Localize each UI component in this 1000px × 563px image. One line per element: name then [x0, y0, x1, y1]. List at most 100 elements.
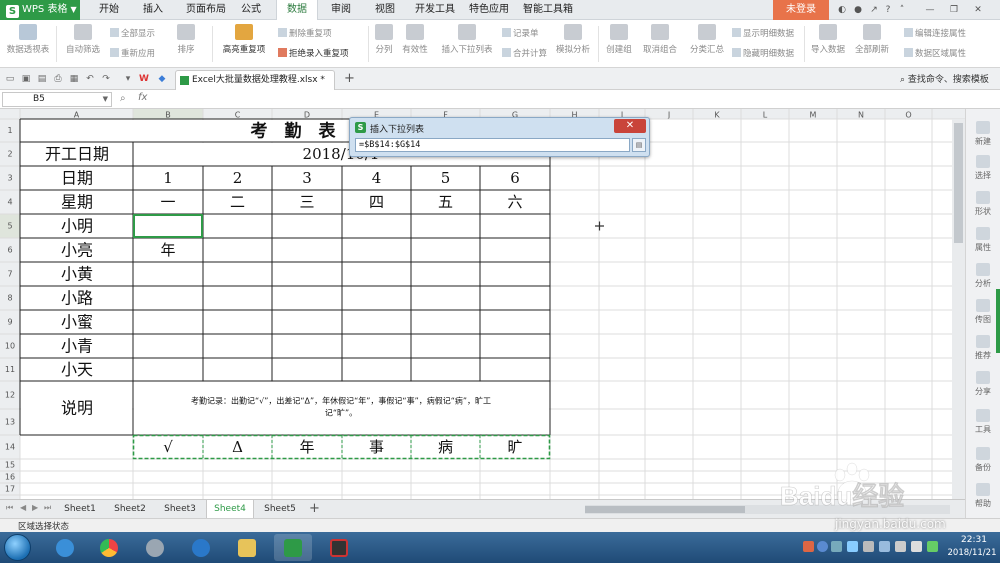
- tray-volume-icon[interactable]: [911, 541, 922, 552]
- consolidate-button[interactable]: 合并计算: [502, 48, 547, 60]
- column-header-a[interactable]: A: [74, 111, 80, 120]
- share-icon[interactable]: ↗: [868, 4, 880, 16]
- pane-tools[interactable]: 工具: [966, 409, 1000, 435]
- row-header-10[interactable]: 10: [5, 342, 15, 351]
- pane-analysis[interactable]: 分析: [966, 263, 1000, 289]
- fx-icon[interactable]: fx: [138, 92, 147, 103]
- taskbar-recorder[interactable]: [320, 534, 358, 561]
- sheet-tab-sheet4[interactable]: Sheet4: [206, 500, 254, 518]
- column-header-n[interactable]: N: [858, 111, 864, 120]
- sheet-tab-sheet3[interactable]: Sheet3: [158, 500, 202, 518]
- pane-help[interactable]: 帮助: [966, 483, 1000, 509]
- close-icon[interactable]: ✕: [972, 4, 984, 16]
- tab-home[interactable]: 开始: [92, 0, 126, 20]
- open-icon[interactable]: ▭: [4, 73, 16, 85]
- tab-formula[interactable]: 公式: [236, 0, 266, 20]
- pane-select[interactable]: 选择: [966, 155, 1000, 181]
- formula-input[interactable]: [160, 92, 960, 107]
- name-box[interactable]: B5 ▼: [2, 92, 112, 107]
- chevron-down-icon[interactable]: ▼: [103, 93, 108, 106]
- collapse-ribbon-icon[interactable]: ˄: [896, 4, 908, 16]
- reapply-button[interactable]: 重新应用: [110, 48, 155, 60]
- import-data-button[interactable]: 导入数据: [808, 24, 848, 64]
- tray-network-icon[interactable]: [847, 541, 858, 552]
- row-header-9[interactable]: 9: [7, 318, 12, 327]
- pane-shape[interactable]: 形状: [966, 191, 1000, 217]
- what-if-button[interactable]: 模拟分析: [552, 24, 594, 64]
- pane-recommend[interactable]: 推荐: [966, 335, 1000, 361]
- pane-upload-image[interactable]: 传图: [966, 299, 1000, 325]
- row-header-7[interactable]: 7: [7, 270, 12, 279]
- taskbar-app[interactable]: [136, 534, 174, 561]
- undo-icon[interactable]: ↶: [84, 73, 96, 85]
- column-header-j[interactable]: J: [667, 111, 670, 120]
- minimize-icon[interactable]: —: [924, 4, 936, 16]
- preview-icon[interactable]: ▦: [68, 73, 80, 85]
- wps-home-icon[interactable]: W: [138, 73, 150, 85]
- vertical-scrollbar-thumb[interactable]: [954, 123, 963, 243]
- sheet-tab-sheet2[interactable]: Sheet2: [108, 500, 152, 518]
- skin-icon[interactable]: ◐: [836, 4, 848, 16]
- row-header-15[interactable]: 15: [5, 461, 15, 470]
- row-header-3[interactable]: 3: [7, 174, 12, 183]
- tray-signal-icon[interactable]: [895, 541, 906, 552]
- print-icon[interactable]: ⎙: [52, 73, 64, 85]
- column-header-l[interactable]: L: [763, 111, 768, 120]
- grid-canvas[interactable]: A B C D E F G H I J K L M N O1234567891011121314151617…: [0, 109, 965, 499]
- tray-help-icon[interactable]: [817, 541, 828, 552]
- start-button[interactable]: [4, 534, 31, 561]
- tray-security-icon[interactable]: [927, 541, 938, 552]
- tab-page-layout[interactable]: 页面布局: [178, 0, 234, 20]
- tray-input-icon[interactable]: [831, 541, 842, 552]
- sheet-tab-sheet5[interactable]: Sheet5: [258, 500, 302, 518]
- pane-new[interactable]: 新建: [966, 121, 1000, 147]
- tab-review[interactable]: 审阅: [326, 0, 356, 20]
- refresh-all-button[interactable]: 全部刷新: [850, 24, 894, 64]
- show-all-button[interactable]: 全部显示: [110, 28, 155, 40]
- cloud-icon[interactable]: ◆: [156, 73, 168, 85]
- group-button[interactable]: 创建组: [602, 24, 636, 64]
- show-detail-button[interactable]: 显示明细数据: [732, 28, 794, 40]
- row-header-1[interactable]: 1: [7, 126, 12, 135]
- restore-icon[interactable]: ❐: [948, 4, 960, 16]
- split-column-button[interactable]: 分列: [370, 24, 398, 64]
- clock-date[interactable]: 2018/11/21: [945, 548, 999, 558]
- highlight-duplicates-button[interactable]: 高亮重复项: [216, 24, 272, 64]
- tray-display-icon[interactable]: [879, 541, 890, 552]
- spreadsheet-grid[interactable]: A B C D E F G H I J K L M N O 1 2 3 4 5 6 7 8 9 10 11 12 13 14 15 16 17…: [0, 109, 965, 499]
- new-tab-button[interactable]: +: [344, 71, 355, 86]
- tray-app-icon[interactable]: [803, 541, 814, 552]
- ungroup-button[interactable]: 取消组合: [638, 24, 682, 64]
- search-command[interactable]: ⌕ 查找命令、搜索模板: [900, 72, 989, 85]
- tab-developer[interactable]: 开发工具: [410, 0, 460, 20]
- redo-icon[interactable]: ↷: [100, 73, 112, 85]
- save-icon[interactable]: ▣: [20, 73, 32, 85]
- row-header-6[interactable]: 6: [7, 246, 12, 255]
- pivot-table-button[interactable]: 数据透视表: [4, 24, 52, 64]
- range-reference-input[interactable]: =$B$14:$G$14: [355, 138, 630, 152]
- column-header-k[interactable]: K: [714, 111, 720, 120]
- last-sheet-icon[interactable]: ⏭: [44, 503, 51, 513]
- column-header-m[interactable]: M: [810, 111, 817, 120]
- row-header-12[interactable]: 12: [5, 391, 15, 400]
- scrollbar-thumb[interactable]: [585, 506, 745, 513]
- column-header-o[interactable]: O: [905, 111, 911, 120]
- taskbar-ie[interactable]: [46, 534, 84, 561]
- tab-smart-tools[interactable]: 智能工具箱: [518, 0, 578, 20]
- first-sheet-icon[interactable]: ⏮: [6, 503, 13, 513]
- prev-sheet-icon[interactable]: ◀: [20, 503, 26, 512]
- region-props-button[interactable]: 数据区域属性: [904, 48, 966, 60]
- pane-properties[interactable]: 属性: [966, 227, 1000, 253]
- subtotal-button[interactable]: 分类汇总: [686, 24, 728, 64]
- file-tab[interactable]: Excel大批量数据处理教程.xlsx *: [175, 70, 335, 90]
- edit-links-button[interactable]: 编辑连接属性: [904, 28, 966, 40]
- add-sheet-button[interactable]: +: [309, 501, 320, 516]
- active-cell-b5[interactable]: [133, 214, 203, 238]
- validity-button[interactable]: 有效性: [398, 24, 432, 64]
- app-menu-button[interactable]: S WPS 表格 ▼: [0, 0, 80, 20]
- tray-flag-icon[interactable]: [863, 541, 874, 552]
- record-form-button[interactable]: 记录单: [502, 28, 539, 40]
- insert-dropdown-button[interactable]: 插入下拉列表: [436, 24, 498, 64]
- pane-share[interactable]: 分享: [966, 371, 1000, 397]
- row-header-17[interactable]: 17: [5, 485, 15, 494]
